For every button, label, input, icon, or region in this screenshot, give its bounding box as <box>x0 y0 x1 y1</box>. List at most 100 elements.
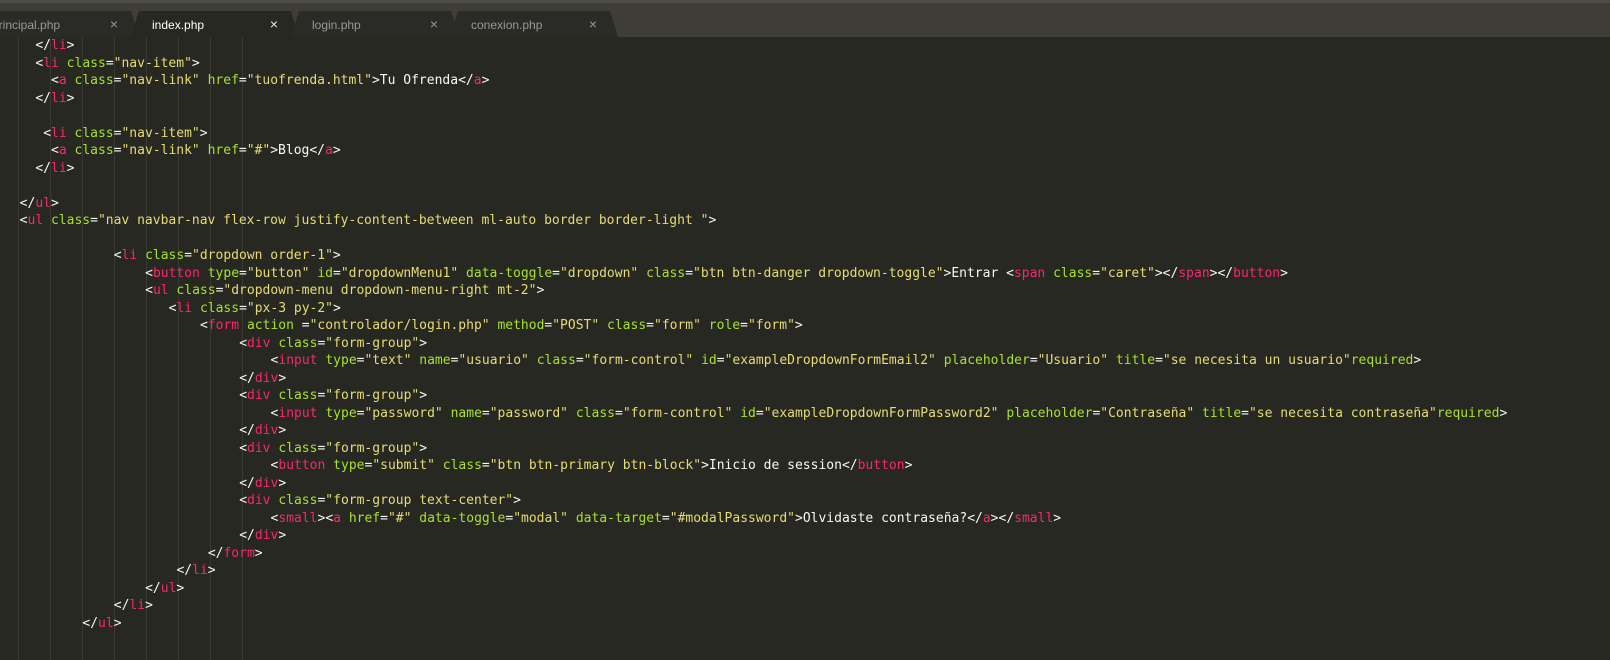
code-line: </li> <box>35 160 74 178</box>
code-token: class <box>74 73 114 88</box>
code-token: "exampleDropdownFormEmail2" <box>724 353 936 368</box>
code-token: a <box>325 143 333 158</box>
code-token: > <box>270 143 279 158</box>
code-token: = <box>740 318 748 333</box>
code-token: "controlador/login.php" <box>309 318 490 333</box>
code-token: </ <box>82 615 99 631</box>
code-token: = <box>716 353 725 368</box>
code-token: </ <box>841 458 858 473</box>
code-line: </div> <box>239 475 286 493</box>
code-token: "password" <box>364 405 443 421</box>
code-line: <ul class="nav navbar-nav flex-row justi… <box>20 212 717 230</box>
code-token: ul <box>27 213 44 228</box>
code-token: = <box>1241 405 1249 421</box>
code-token: > <box>1053 510 1062 526</box>
code-token: input <box>278 353 318 368</box>
code-token: </ <box>239 423 255 438</box>
code-token: >< <box>317 510 334 526</box>
code-token: > <box>278 475 287 491</box>
code-token: > <box>199 125 208 141</box>
code-token: ></ <box>1209 265 1234 281</box>
code-token: Blog <box>278 143 310 158</box>
code-token: ul <box>35 195 51 211</box>
code-token: = <box>238 73 247 88</box>
indent-guide <box>18 37 19 660</box>
code-token: < <box>145 283 153 298</box>
code-token: data-toggle <box>419 510 506 526</box>
code-token: < <box>51 143 59 158</box>
code-token: > <box>536 283 545 298</box>
code-editor[interactable]: </li> <li class="nav-item"> <a class="nav-… <box>0 37 1610 660</box>
code-token: li <box>51 125 67 141</box>
code-token: method <box>497 318 545 333</box>
code-token: div <box>254 370 279 386</box>
code-token: < <box>200 318 208 333</box>
code-token: > <box>176 580 185 596</box>
code-line: </ul> <box>20 195 59 213</box>
code-token: data-toggle <box>466 265 553 281</box>
code-token: > <box>66 90 75 106</box>
code-token: li <box>51 38 67 53</box>
code-token: </ <box>239 475 255 491</box>
code-token: name <box>450 405 482 421</box>
close-icon[interactable]: × <box>270 16 278 32</box>
code-token: a <box>333 510 341 526</box>
code-token: li <box>51 90 67 106</box>
code-token: type <box>325 405 357 421</box>
close-icon[interactable]: × <box>589 16 597 32</box>
code-line: </div> <box>239 422 286 440</box>
code-token: "nav navbar-nav flex-row justify-content… <box>97 213 709 228</box>
code-token: < <box>239 440 248 456</box>
code-token: "#modalPassword" <box>669 510 795 526</box>
code-line: <ul class="dropdown-menu dropdown-menu-r… <box>145 282 544 300</box>
code-token: > <box>1413 353 1422 368</box>
code-token: class <box>66 55 106 71</box>
code-token: "px-3 py-2" <box>246 300 333 316</box>
code-line: </li> <box>114 597 153 615</box>
code-token: a <box>58 73 67 88</box>
code-token: </ <box>113 598 130 613</box>
code-token: > <box>1499 405 1508 421</box>
code-token: div <box>254 475 279 491</box>
code-line: <div class="form-group text-center"> <box>239 492 521 510</box>
code-line: <li class="nav-item"> <box>43 125 207 143</box>
code-token: "text" <box>364 353 412 368</box>
code-token: = <box>293 318 310 333</box>
code-token: div <box>247 440 271 456</box>
code-token: = <box>552 265 560 281</box>
close-icon[interactable]: × <box>110 16 118 32</box>
tab-index-php[interactable]: index.php × <box>130 11 300 37</box>
code-token: > <box>145 598 153 613</box>
tab-conexion-php[interactable]: conexion.php × <box>449 11 619 37</box>
code-token: > <box>50 195 59 211</box>
code-token: > <box>66 38 75 53</box>
code-token: = <box>380 510 388 526</box>
code-token: ul <box>160 580 177 596</box>
code-token: div <box>254 528 279 543</box>
code-token: > <box>513 493 521 508</box>
code-token: a <box>473 73 482 88</box>
code-token: required <box>1436 405 1500 421</box>
code-token: class <box>74 143 114 158</box>
code-token: form <box>207 318 240 333</box>
code-token: > <box>278 528 287 543</box>
tab-login-php[interactable]: login.php × <box>290 11 460 37</box>
code-token: > <box>113 615 122 631</box>
close-icon[interactable]: × <box>430 16 438 32</box>
code-token: > <box>794 318 803 333</box>
code-token: </ <box>309 143 326 158</box>
code-token: div <box>254 423 279 438</box>
code-line: <li class="nav-item"> <box>35 55 199 73</box>
code-line: <button type="submit" class="btn btn-pri… <box>271 457 913 475</box>
code-token: li <box>129 598 146 613</box>
code-token: </ <box>176 563 193 578</box>
code-line: <button type="button" id="dropdownMenu1"… <box>145 265 1288 283</box>
code-token: "form-control" <box>583 353 694 368</box>
tab-principal-php[interactable]: principal.php × <box>0 11 140 37</box>
code-token: li <box>121 248 138 263</box>
code-token: </ <box>35 90 52 106</box>
